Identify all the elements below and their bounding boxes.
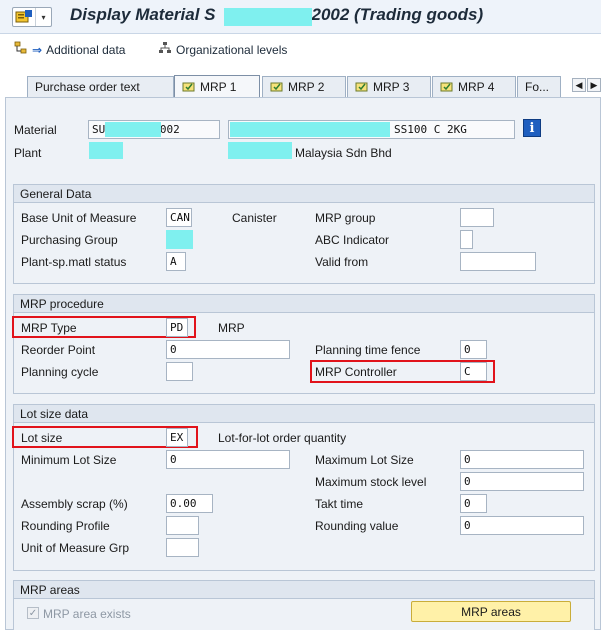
group-title: Lot size data bbox=[14, 405, 594, 423]
base-uom-text: Canister bbox=[232, 211, 277, 225]
chevron-down-icon: ▾ bbox=[35, 8, 51, 26]
mrp-procedure-group: MRP procedure bbox=[13, 294, 595, 394]
rounding-value-label: Rounding value bbox=[315, 519, 399, 533]
rounding-profile-field[interactable] bbox=[166, 516, 199, 535]
additional-data-label: Additional data bbox=[46, 42, 126, 57]
max-lot-size-field[interactable]: 0 bbox=[460, 450, 584, 469]
tab-label: MRP 1 bbox=[200, 80, 237, 94]
uom-group-label: Unit of Measure Grp bbox=[21, 541, 130, 555]
triangle-right-icon: ▶ bbox=[590, 79, 598, 90]
abc-indicator-field[interactable] bbox=[460, 230, 473, 249]
mrp-group-label: MRP group bbox=[315, 211, 376, 225]
mrp-group-field[interactable] bbox=[460, 208, 494, 227]
rounding-profile-label: Rounding Profile bbox=[21, 519, 110, 533]
tab-label: Fo... bbox=[525, 80, 550, 94]
tab-mrp-1[interactable]: MRP 1 bbox=[174, 75, 260, 98]
reorder-point-field[interactable]: 0 bbox=[166, 340, 290, 359]
mrp-areas-button-label: MRP areas bbox=[461, 604, 521, 619]
document-check-icon bbox=[355, 81, 369, 93]
uom-group-field[interactable] bbox=[166, 538, 199, 557]
material-label: Material bbox=[14, 123, 57, 137]
purchasing-group-field[interactable] bbox=[166, 230, 193, 249]
arrow-right-icon: ⇒ bbox=[32, 42, 43, 57]
max-stock-level-label: Maximum stock level bbox=[315, 475, 427, 489]
min-lot-size-field[interactable]: 0 bbox=[166, 450, 290, 469]
valid-from-label: Valid from bbox=[315, 255, 369, 269]
additional-data-button[interactable]: ⇒ Additional data bbox=[14, 41, 125, 58]
rounding-value-field[interactable]: 0 bbox=[460, 516, 584, 535]
org-levels-label: Organizational levels bbox=[176, 42, 288, 57]
mrp-type-text: MRP bbox=[218, 321, 245, 335]
org-structure-icon bbox=[158, 41, 172, 58]
tab-label: MRP 2 bbox=[288, 80, 325, 94]
tab-purchase-order-text[interactable]: Purchase order text bbox=[27, 76, 174, 97]
max-lot-size-label: Maximum Lot Size bbox=[315, 453, 414, 467]
group-title: General Data bbox=[14, 185, 594, 203]
redaction-mask bbox=[228, 142, 292, 159]
mrp-type-field[interactable]: PD bbox=[166, 318, 188, 337]
tab-label: Purchase order text bbox=[35, 80, 140, 94]
mrp-areas-button[interactable]: MRP areas bbox=[411, 601, 571, 622]
takt-time-field[interactable]: 0 bbox=[460, 494, 487, 513]
redaction-mask bbox=[105, 122, 161, 137]
max-stock-level-field[interactable]: 0 bbox=[460, 472, 584, 491]
assembly-scrap-field[interactable]: 0.00 bbox=[166, 494, 213, 513]
tab-mrp-3[interactable]: MRP 3 bbox=[347, 76, 431, 97]
tab-mrp-2[interactable]: MRP 2 bbox=[262, 76, 346, 97]
mrp-controller-label: MRP Controller bbox=[315, 365, 397, 379]
tab-label: MRP 3 bbox=[373, 80, 410, 94]
mrp-type-label: MRP Type bbox=[21, 321, 77, 335]
assembly-scrap-label: Assembly scrap (%) bbox=[21, 497, 128, 511]
planning-cycle-field[interactable] bbox=[166, 362, 193, 381]
valid-from-field[interactable] bbox=[460, 252, 536, 271]
planning-cycle-label: Planning cycle bbox=[21, 365, 99, 379]
document-check-icon bbox=[440, 81, 454, 93]
base-uom-label: Base Unit of Measure bbox=[21, 211, 137, 225]
mrp-area-exists-label: MRP area exists bbox=[43, 607, 131, 621]
tab-scroll-right-button[interactable]: ▶ bbox=[587, 78, 601, 92]
document-check-icon bbox=[182, 81, 196, 93]
redaction-mask bbox=[230, 122, 390, 137]
purchasing-group-label: Purchasing Group bbox=[21, 233, 118, 247]
triangle-left-icon: ◀ bbox=[575, 79, 583, 90]
plant-label: Plant bbox=[14, 146, 42, 160]
planning-time-fence-field[interactable]: 0 bbox=[460, 340, 487, 359]
mrp-area-exists-checkbox[interactable]: ✓ bbox=[27, 607, 39, 619]
checkmark-icon: ✓ bbox=[28, 607, 38, 619]
min-lot-size-label: Minimum Lot Size bbox=[21, 453, 117, 467]
lot-size-field[interactable]: EX bbox=[166, 428, 188, 447]
planning-time-fence-label: Planning time fence bbox=[315, 343, 421, 357]
plant-description: Malaysia Sdn Bhd bbox=[295, 146, 392, 160]
group-title: MRP areas bbox=[14, 581, 594, 599]
tab-label: MRP 4 bbox=[458, 80, 495, 94]
sap-menu-icon bbox=[13, 8, 35, 26]
lot-size-label: Lot size bbox=[21, 431, 63, 445]
hierarchy-icon bbox=[14, 41, 28, 58]
abc-indicator-label: ABC Indicator bbox=[315, 233, 390, 247]
group-title: MRP procedure bbox=[14, 295, 594, 313]
tab-mrp-4[interactable]: MRP 4 bbox=[432, 76, 516, 97]
base-uom-field[interactable]: CAN bbox=[166, 208, 192, 227]
tab-forecasting[interactable]: Fo... bbox=[517, 76, 561, 97]
org-levels-button[interactable]: Organizational levels bbox=[158, 41, 287, 58]
takt-time-label: Takt time bbox=[315, 497, 364, 511]
plant-status-label: Plant-sp.matl status bbox=[21, 255, 127, 269]
tab-scroll-left-button[interactable]: ◀ bbox=[572, 78, 586, 92]
lot-size-text: Lot-for-lot order quantity bbox=[218, 431, 347, 445]
plant-status-field[interactable]: A bbox=[166, 252, 186, 271]
document-check-icon bbox=[270, 81, 284, 93]
reorder-point-label: Reorder Point bbox=[21, 343, 96, 357]
mrp-controller-field[interactable]: C bbox=[460, 362, 487, 381]
transaction-menu-button[interactable]: ▾ bbox=[12, 7, 52, 27]
info-icon[interactable]: i bbox=[523, 119, 541, 137]
redaction-mask bbox=[224, 8, 312, 26]
plant-field[interactable] bbox=[89, 142, 123, 159]
